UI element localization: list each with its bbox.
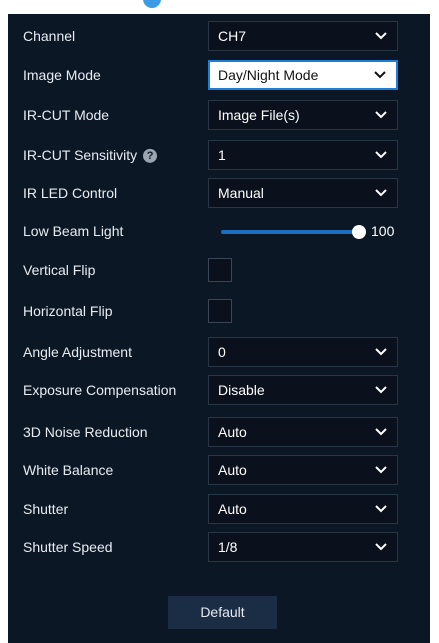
exposure-compensation-row: Exposure Compensation Disable <box>8 375 430 405</box>
exposure-compensation-label: Exposure Compensation <box>23 382 177 398</box>
white-balance-select[interactable]: Auto <box>208 455 398 485</box>
angle-adjustment-value: 0 <box>218 344 226 360</box>
chevron-down-icon <box>375 543 387 551</box>
horizontal-flip-row: Horizontal Flip <box>8 296 430 326</box>
chevron-down-icon <box>375 32 387 40</box>
channel-row: Channel CH7 <box>8 21 430 51</box>
channel-value: CH7 <box>218 28 247 44</box>
chevron-down-icon <box>375 151 387 159</box>
default-button[interactable]: Default <box>168 596 277 629</box>
ir-led-control-row: IR LED Control Manual <box>8 178 430 208</box>
chevron-down-icon <box>375 428 387 436</box>
ircut-mode-row: IR-CUT Mode Image File(s) <box>8 100 430 130</box>
white-balance-label: White Balance <box>23 462 114 478</box>
shutter-speed-value: 1/8 <box>218 539 238 555</box>
shutter-label: Shutter <box>23 501 69 517</box>
noise-reduction-row: 3D Noise Reduction Auto <box>8 417 430 447</box>
exposure-compensation-value: Disable <box>218 382 265 398</box>
image-mode-select[interactable]: Day/Night Mode <box>208 60 398 90</box>
ir-led-control-select[interactable]: Manual <box>208 178 398 208</box>
white-balance-value: Auto <box>218 462 247 478</box>
exposure-compensation-select[interactable]: Disable <box>208 375 398 405</box>
chevron-down-icon <box>375 505 387 513</box>
logo-fragment <box>143 0 161 8</box>
top-strip <box>0 0 439 14</box>
image-mode-row: Image Mode Day/Night Mode <box>8 60 430 90</box>
ircut-sensitivity-value: 1 <box>218 147 226 163</box>
ircut-mode-select[interactable]: Image File(s) <box>208 100 398 130</box>
channel-label: Channel <box>23 28 76 44</box>
ircut-mode-label: IR-CUT Mode <box>23 107 110 123</box>
vertical-flip-label: Vertical Flip <box>23 262 96 278</box>
low-beam-light-label: Low Beam Light <box>23 223 124 239</box>
image-settings-panel: Channel CH7 Image Mode Day/Night Mode IR… <box>8 14 430 643</box>
image-mode-value: Day/Night Mode <box>218 67 319 83</box>
ircut-sensitivity-select[interactable]: 1 <box>208 140 398 170</box>
channel-select[interactable]: CH7 <box>208 21 398 51</box>
chevron-down-icon <box>374 71 386 79</box>
shutter-value: Auto <box>218 501 247 517</box>
horizontal-flip-checkbox[interactable] <box>208 299 232 323</box>
chevron-down-icon <box>375 386 387 394</box>
low-beam-light-value: 100 <box>371 223 395 239</box>
vertical-flip-checkbox[interactable] <box>208 258 232 282</box>
right-edge <box>430 0 439 643</box>
angle-adjustment-label: Angle Adjustment <box>23 344 132 360</box>
chevron-down-icon <box>375 466 387 474</box>
shutter-select[interactable]: Auto <box>208 494 398 524</box>
shutter-speed-label: Shutter Speed <box>23 539 113 555</box>
shutter-speed-select[interactable]: 1/8 <box>208 532 398 562</box>
noise-reduction-value: Auto <box>218 424 247 440</box>
noise-reduction-label: 3D Noise Reduction <box>23 424 148 440</box>
ir-led-control-label: IR LED Control <box>23 185 118 201</box>
white-balance-row: White Balance Auto <box>8 455 430 485</box>
slider-thumb[interactable] <box>352 225 366 239</box>
shutter-row: Shutter Auto <box>8 494 430 524</box>
chevron-down-icon <box>375 111 387 119</box>
chevron-down-icon <box>375 348 387 356</box>
noise-reduction-select[interactable]: Auto <box>208 417 398 447</box>
chevron-down-icon <box>375 189 387 197</box>
vertical-flip-row: Vertical Flip <box>8 255 430 285</box>
angle-adjustment-select[interactable]: 0 <box>208 337 398 367</box>
ir-led-control-value: Manual <box>218 185 264 201</box>
ircut-sensitivity-label-wrap: IR-CUT Sensitivity? <box>23 146 158 164</box>
help-icon[interactable]: ? <box>143 149 158 164</box>
horizontal-flip-label: Horizontal Flip <box>23 303 113 319</box>
ircut-mode-value: Image File(s) <box>218 107 300 123</box>
ircut-sensitivity-row: IR-CUT Sensitivity? 1 <box>8 140 430 170</box>
low-beam-light-slider[interactable] <box>221 225 366 239</box>
image-mode-label: Image Mode <box>23 67 101 83</box>
ircut-sensitivity-label: IR-CUT Sensitivity <box>23 146 138 163</box>
slider-fill <box>221 230 359 234</box>
shutter-speed-row: Shutter Speed 1/8 <box>8 532 430 562</box>
low-beam-light-row: Low Beam Light 100 <box>8 216 430 246</box>
angle-adjustment-row: Angle Adjustment 0 <box>8 337 430 367</box>
